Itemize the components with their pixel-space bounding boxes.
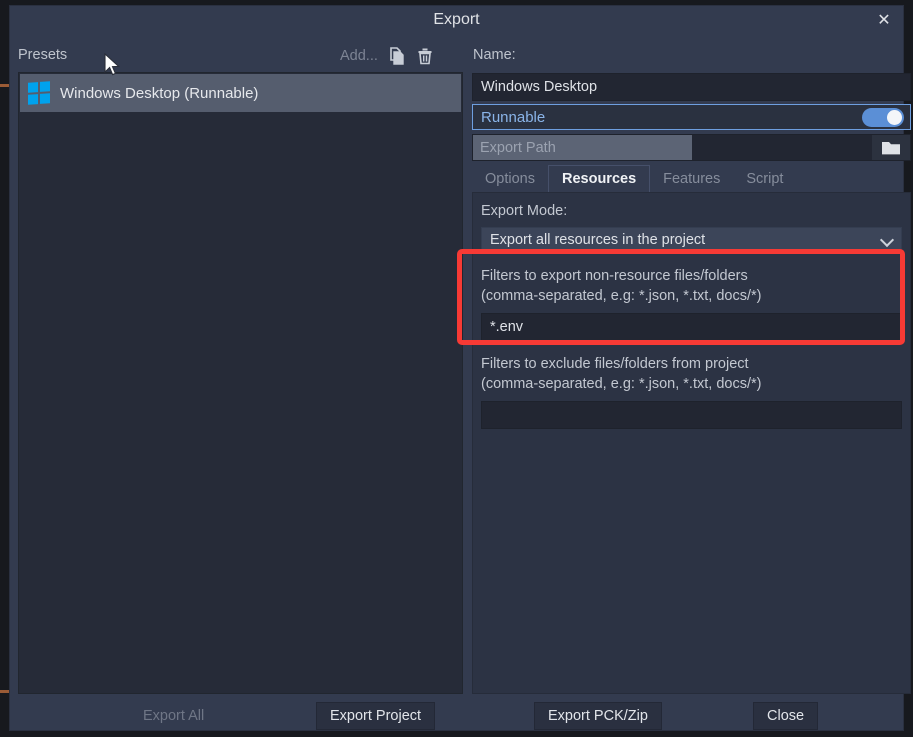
chevron-down-icon (881, 234, 893, 246)
exclude-filter-label-line2: (comma-separated, e.g: *.json, *.txt, do… (481, 376, 762, 392)
add-preset-button[interactable]: Add... (340, 48, 378, 64)
window-edge-accent-lower (0, 690, 9, 693)
name-label: Name: (473, 47, 516, 63)
dialog-titlebar: Export ✕ (10, 6, 903, 36)
tab-resources[interactable]: Resources (547, 165, 651, 193)
export-path-input[interactable] (692, 135, 872, 160)
export-dialog: Export ✕ Presets Add... Windows Desktop … (9, 5, 911, 732)
dialog-title: Export (433, 11, 480, 28)
include-filter-label-line1: Filters to export non-resource files/fol… (481, 268, 748, 284)
preset-tabs: Options Resources Features Script (472, 165, 796, 193)
runnable-switch[interactable] (862, 107, 904, 127)
preset-item-label: Windows Desktop (Runnable) (60, 84, 259, 102)
export-project-button[interactable]: Export Project (316, 702, 436, 730)
preset-name-input[interactable]: Windows Desktop (472, 73, 911, 101)
trash-icon[interactable] (416, 46, 434, 66)
include-filter-label-line2: (comma-separated, e.g: *.json, *.txt, do… (481, 288, 762, 304)
runnable-label: Runnable (481, 108, 546, 126)
include-filter-input[interactable]: *.env (481, 313, 902, 341)
presets-list[interactable]: Windows Desktop (Runnable) (18, 72, 463, 694)
windows-logo-icon (28, 81, 50, 105)
export-mode-value: Export all resources in the project (490, 232, 706, 248)
close-icon[interactable]: ✕ (873, 10, 895, 32)
tab-script[interactable]: Script (733, 166, 796, 193)
export-path-row[interactable]: Export Path (472, 134, 911, 161)
tab-options[interactable]: Options (472, 166, 548, 193)
window-edge-accent (0, 84, 9, 87)
export-all-button[interactable]: Export All (129, 702, 219, 730)
presets-label: Presets (18, 47, 68, 63)
export-mode-label: Export Mode: (481, 203, 568, 219)
folder-icon[interactable] (872, 135, 910, 160)
export-mode-select[interactable]: Export all resources in the project (481, 227, 902, 253)
export-path-placeholder: Export Path (473, 135, 692, 160)
runnable-toggle-row[interactable]: Runnable (472, 104, 911, 130)
exclude-filter-group: Filters to exclude files/folders from pr… (481, 354, 902, 429)
duplicate-icon[interactable] (388, 46, 406, 66)
preset-toolbar: Add... (340, 46, 434, 66)
tab-features[interactable]: Features (650, 166, 733, 193)
list-item[interactable]: Windows Desktop (Runnable) (20, 74, 461, 112)
export-pck-zip-button[interactable]: Export PCK/Zip (534, 702, 662, 730)
exclude-filter-input[interactable] (481, 401, 902, 429)
dialog-footer: Export All Export Project Export PCK/Zip… (10, 700, 903, 732)
mouse-cursor (104, 53, 120, 76)
include-filter-group: Filters to export non-resource files/fol… (481, 266, 902, 341)
preset-name-value: Windows Desktop (481, 79, 598, 95)
resources-tab-panel: Export Mode: Export all resources in the… (472, 192, 911, 694)
close-button[interactable]: Close (753, 702, 819, 730)
exclude-filter-label-line1: Filters to exclude files/folders from pr… (481, 356, 749, 372)
